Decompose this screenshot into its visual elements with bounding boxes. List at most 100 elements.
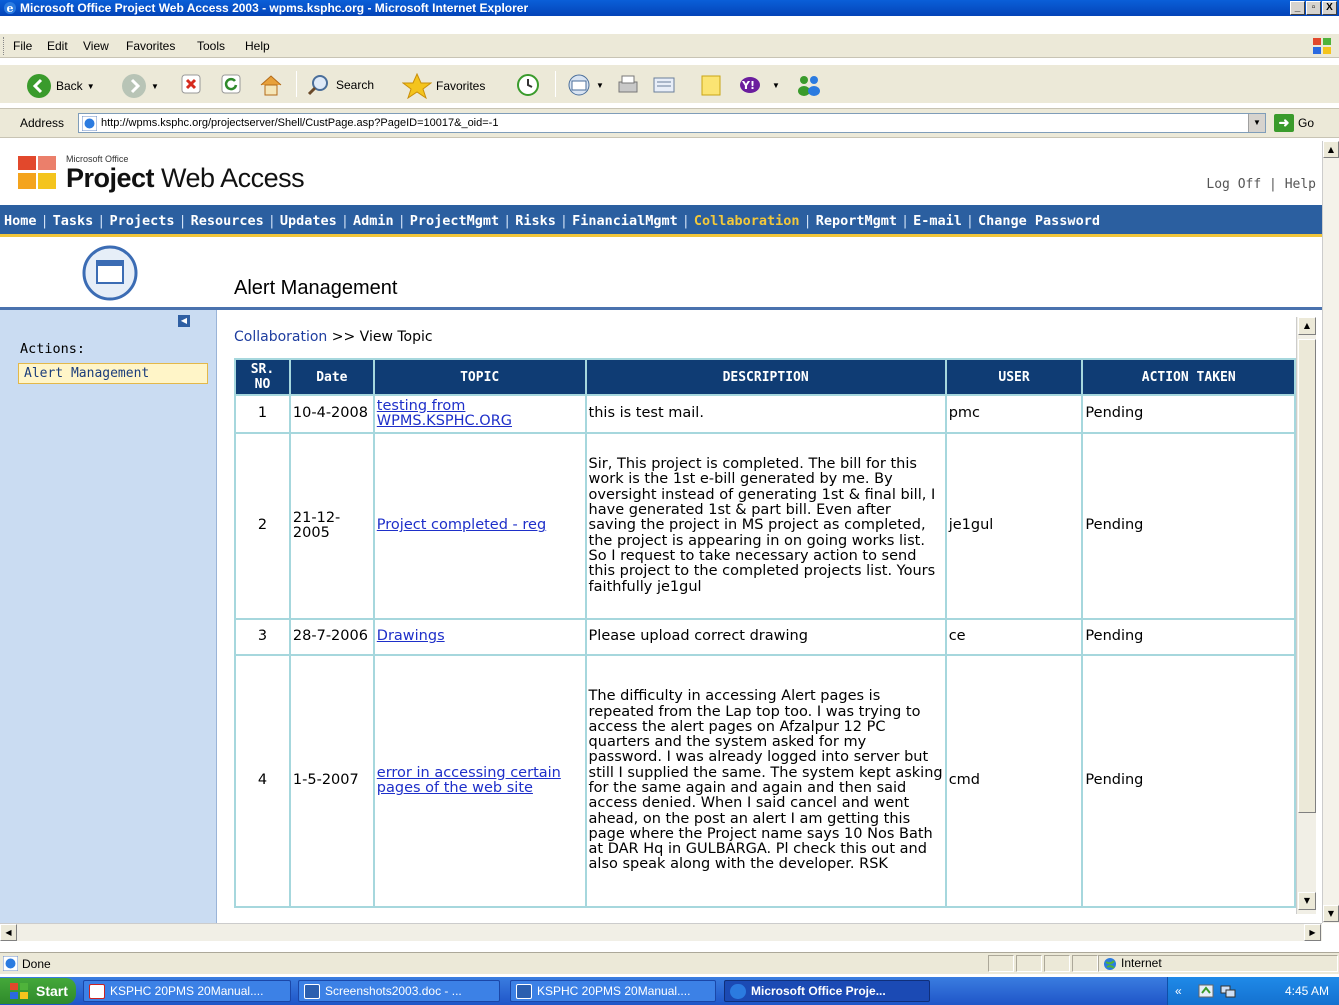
scroll-down-icon[interactable]: ▼ — [1298, 892, 1316, 910]
refresh-button[interactable] — [220, 73, 242, 95]
nav-item-risks[interactable]: Risks — [515, 213, 556, 229]
menu-file[interactable]: File — [13, 39, 32, 53]
nav-item-financialmgmt[interactable]: FinancialMgmt — [572, 213, 678, 229]
nav-item-projectmgmt[interactable]: ProjectMgmt — [410, 213, 499, 229]
forward-dropdown-icon[interactable]: ▼ — [151, 82, 159, 91]
close-button[interactable]: X — [1322, 1, 1337, 15]
word-icon — [304, 984, 320, 999]
favorites-button[interactable]: Favorites — [402, 73, 485, 99]
menu-favorites[interactable]: Favorites — [126, 39, 175, 53]
yahoo-button[interactable]: Y! ▼ — [738, 73, 780, 97]
windows-taskbar: Start KSPHC 20PMS 20Manual.... Screensho… — [0, 977, 1339, 1005]
nav-item-admin[interactable]: Admin — [353, 213, 394, 229]
scroll-left-icon[interactable]: ◀ — [0, 924, 17, 941]
page-scroll-down-icon[interactable]: ▼ — [1323, 905, 1339, 922]
mail-dropdown-icon[interactable]: ▼ — [596, 81, 604, 90]
clock[interactable]: 4:45 AM — [1285, 984, 1329, 998]
table-row: 4 1-5-2007 error in accessing certain page… — [234, 654, 1296, 908]
nav-item-resources[interactable]: Resources — [191, 213, 264, 229]
topic-link[interactable]: error in accessing certain pages of the … — [377, 765, 561, 796]
nav-item-projects[interactable]: Projects — [109, 213, 174, 229]
scroll-thumb[interactable] — [1298, 339, 1316, 813]
edit-button[interactable] — [651, 73, 677, 97]
mail-button[interactable]: ▼ — [566, 73, 604, 97]
scroll-right-icon[interactable]: ▶ — [1304, 924, 1321, 941]
log-off-link[interactable]: Log Off — [1206, 177, 1261, 192]
go-label: Go — [1298, 116, 1315, 130]
status-pane — [1016, 955, 1042, 972]
print-button[interactable] — [615, 73, 641, 97]
menu-view[interactable]: View — [83, 39, 109, 53]
nav-item-e-mail[interactable]: E-mail — [913, 213, 962, 229]
page-scroll-up-icon[interactable]: ▲ — [1323, 141, 1339, 158]
help-link[interactable]: Help — [1285, 177, 1316, 192]
inner-vertical-scrollbar[interactable]: ▲ ▼ — [1296, 317, 1316, 914]
sidebar-item-alert-management[interactable]: Alert Management — [18, 363, 208, 384]
messenger-icon — [798, 76, 820, 96]
nav-separator: | — [267, 213, 276, 229]
nav-separator: | — [397, 213, 406, 229]
history-button[interactable] — [516, 73, 540, 97]
maximize-button[interactable]: ▫ — [1306, 1, 1321, 15]
start-label: Start — [36, 983, 68, 999]
start-button[interactable]: Start — [0, 978, 76, 1004]
back-dropdown-icon[interactable]: ▼ — [87, 82, 95, 91]
zone-label: Internet — [1121, 956, 1162, 970]
scroll-up-icon[interactable]: ▲ — [1298, 317, 1316, 335]
collapse-sidebar-icon[interactable]: ◀ — [178, 315, 190, 327]
print-icon — [618, 75, 638, 93]
windows-flag-icon — [1313, 38, 1331, 54]
breadcrumb-collaboration-link[interactable]: Collaboration — [234, 329, 327, 345]
topic-link[interactable]: Project completed - reg — [377, 517, 546, 533]
network-icon[interactable] — [1220, 983, 1236, 999]
menu-help[interactable]: Help — [245, 39, 270, 53]
topic-link[interactable]: Drawings — [377, 628, 445, 644]
back-button[interactable]: Back ▼ — [26, 73, 95, 99]
menu-tools[interactable]: Tools — [197, 39, 225, 53]
address-dropdown-icon[interactable]: ▼ — [1248, 114, 1265, 132]
messenger-button[interactable] — [795, 73, 823, 97]
search-button[interactable]: Search — [306, 73, 374, 97]
nav-item-tasks[interactable]: Tasks — [53, 213, 94, 229]
stop-button[interactable] — [180, 73, 202, 95]
tray-expand-icon[interactable]: « — [1175, 984, 1182, 998]
page-done-icon — [3, 956, 18, 971]
cell-user: ce — [944, 618, 1084, 656]
go-button[interactable]: ➜ Go — [1274, 114, 1314, 132]
cell-description: Please upload correct drawing — [584, 618, 947, 656]
home-icon — [260, 75, 282, 96]
menu-edit[interactable]: Edit — [47, 39, 68, 53]
nav-item-reportmgmt[interactable]: ReportMgmt — [816, 213, 897, 229]
nav-item-change-password[interactable]: Change Password — [978, 213, 1100, 229]
page-vertical-scrollbar[interactable]: ▲ ▼ — [1322, 141, 1339, 923]
yahoo-dropdown-icon[interactable]: ▼ — [772, 81, 780, 90]
taskbar-item[interactable]: KSPHC 20PMS 20Manual.... — [83, 980, 291, 1002]
address-url: http://wpms.ksphc.org/projectserver/Shel… — [101, 117, 499, 129]
tray-app-icon[interactable] — [1198, 983, 1214, 999]
notes-button[interactable] — [700, 73, 722, 97]
toolbar-grip[interactable] — [3, 37, 6, 55]
taskbar-item[interactable]: Screenshots2003.doc - ... — [298, 980, 500, 1002]
home-button[interactable] — [258, 73, 284, 97]
horizontal-scrollbar[interactable]: ◀ ▶ — [0, 923, 1322, 941]
ie-window: e Microsoft Office Project Web Access 20… — [0, 0, 1339, 1005]
nav-separator: | — [503, 213, 512, 229]
page-title: Alert Management — [234, 277, 398, 299]
address-input[interactable]: http://wpms.ksphc.org/projectserver/Shel… — [78, 113, 1266, 133]
minimize-button[interactable]: _ — [1290, 1, 1305, 15]
table-row: 2 21-12-2005 Project completed - reg Sir, T… — [234, 432, 1296, 620]
taskbar-item-active[interactable]: Microsoft Office Proje... — [724, 980, 930, 1002]
cell-action-taken: Pending — [1081, 654, 1296, 908]
cell-date: 21-12-2005 — [288, 432, 375, 620]
taskbar-item[interactable]: KSPHC 20PMS 20Manual.... — [510, 980, 716, 1002]
nav-item-home[interactable]: Home — [4, 213, 37, 229]
cell-description: The difficulty in accessing Alert pages … — [584, 654, 947, 908]
sticky-note-icon — [701, 75, 721, 96]
nav-item-updates[interactable]: Updates — [280, 213, 337, 229]
forward-button[interactable]: ▼ — [121, 73, 159, 99]
web-page: Microsoft Office Project Web Access Log … — [0, 141, 1322, 923]
topic-link[interactable]: testing from WPMS.KSPHC.ORG — [377, 398, 512, 429]
product-title: Project Web Access — [66, 163, 305, 194]
nav-separator: | — [900, 213, 910, 229]
nav-item-collaboration[interactable]: Collaboration — [694, 213, 800, 229]
